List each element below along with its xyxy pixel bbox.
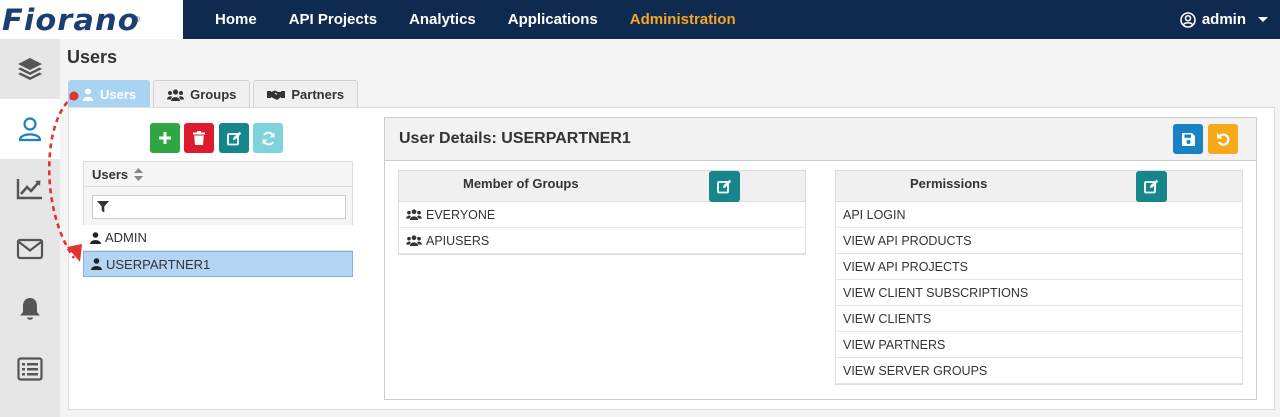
sidebar-item-layers[interactable] bbox=[0, 39, 60, 99]
user-icon bbox=[82, 88, 94, 101]
user-name: admin bbox=[1201, 11, 1246, 28]
permission-row[interactable]: VIEW API PROJECTS bbox=[836, 254, 1242, 280]
main-nav: Home API Projects Analytics Applications… bbox=[183, 0, 736, 39]
permission-row[interactable]: VIEW API PRODUCTS bbox=[836, 228, 1242, 254]
user-name: ADMIN bbox=[105, 230, 147, 245]
tab-label: Groups bbox=[190, 87, 237, 102]
user-icon bbox=[91, 258, 102, 270]
refresh-button[interactable] bbox=[253, 123, 283, 153]
groups-table-header: Member of Groups bbox=[399, 171, 805, 202]
user-details-panel: User Details: USERPARTNER1 Member of Gro… bbox=[384, 117, 1257, 400]
chevron-down-icon bbox=[1258, 17, 1268, 22]
undo-icon bbox=[1217, 133, 1230, 146]
delete-user-button[interactable] bbox=[184, 123, 214, 153]
details-header: User Details: USERPARTNER1 bbox=[385, 118, 1256, 161]
save-icon bbox=[1181, 132, 1195, 146]
save-button[interactable] bbox=[1173, 124, 1203, 154]
users-filter-input[interactable] bbox=[92, 195, 346, 219]
sidebar-item-notifications[interactable] bbox=[0, 279, 60, 339]
tab-bar: Users Groups Partners bbox=[68, 80, 359, 108]
tab-label: Users bbox=[100, 87, 137, 102]
filter-icon bbox=[97, 201, 109, 213]
left-sidebar bbox=[0, 39, 60, 417]
user-icon bbox=[90, 231, 101, 244]
permission-row[interactable]: VIEW SERVER GROUPS bbox=[836, 358, 1242, 384]
nav-applications[interactable]: Applications bbox=[508, 11, 598, 28]
groups-table: Member of Groups EVERYONE APIUSERS bbox=[398, 170, 806, 255]
handshake-icon bbox=[267, 90, 286, 100]
permission-row[interactable]: API LOGIN bbox=[836, 202, 1242, 228]
edit-icon bbox=[226, 131, 241, 145]
edit-icon bbox=[1144, 179, 1159, 194]
user-menu[interactable]: admin bbox=[1180, 0, 1268, 39]
nav-analytics[interactable]: Analytics bbox=[409, 11, 476, 28]
tab-users[interactable]: Users bbox=[68, 80, 151, 108]
permission-row[interactable]: VIEW CLIENT SUBSCRIPTIONS bbox=[836, 280, 1242, 306]
permissions-table-header: Permissions bbox=[836, 171, 1242, 202]
add-user-button[interactable] bbox=[150, 123, 180, 153]
nav-home[interactable]: Home bbox=[215, 11, 257, 28]
tab-partners[interactable]: Partners bbox=[253, 80, 359, 108]
permissions-header-label: Permissions bbox=[910, 176, 988, 191]
edit-permissions-button[interactable] bbox=[1136, 171, 1167, 202]
users-icon bbox=[167, 88, 185, 101]
details-title: User Details: USERPARTNER1 bbox=[399, 130, 631, 147]
permission-row[interactable]: VIEW CLIENTS bbox=[836, 306, 1242, 332]
user-icon bbox=[18, 117, 42, 142]
sidebar-item-users[interactable] bbox=[0, 99, 60, 159]
edit-groups-button[interactable] bbox=[709, 171, 740, 202]
edit-user-button[interactable] bbox=[219, 123, 249, 153]
nav-api-projects[interactable]: API Projects bbox=[289, 11, 377, 28]
users-icon bbox=[406, 235, 422, 246]
user-row-admin[interactable]: ADMIN bbox=[83, 225, 353, 251]
trash-icon bbox=[193, 131, 205, 145]
plus-icon bbox=[159, 132, 171, 144]
user-circle-icon bbox=[1180, 11, 1196, 28]
sidebar-item-logs[interactable] bbox=[0, 339, 60, 399]
sidebar-item-analytics[interactable] bbox=[0, 159, 60, 219]
groups-header-label: Member of Groups bbox=[463, 176, 579, 191]
group-row-apiusers[interactable]: APIUSERS bbox=[399, 228, 805, 254]
tab-label: Partners bbox=[291, 87, 345, 102]
users-icon bbox=[406, 209, 422, 220]
undo-button[interactable] bbox=[1208, 124, 1238, 154]
users-column-header[interactable]: Users bbox=[83, 161, 353, 187]
sidebar-item-messages[interactable] bbox=[0, 219, 60, 279]
permissions-table: Permissions API LOGIN VIEW API PRODUCTS … bbox=[835, 170, 1243, 385]
bell-icon bbox=[20, 298, 40, 320]
refresh-icon bbox=[262, 131, 274, 145]
permission-row[interactable]: VIEW PARTNERS bbox=[836, 332, 1242, 358]
nav-administration[interactable]: Administration bbox=[630, 11, 736, 28]
group-row-everyone[interactable]: EVERYONE bbox=[399, 202, 805, 228]
user-name: USERPARTNER1 bbox=[106, 256, 211, 272]
top-navbar: Fiorano ® Home API Projects Analytics App… bbox=[0, 0, 1280, 39]
logo-text: Fiorano bbox=[2, 2, 140, 37]
tab-groups[interactable]: Groups bbox=[153, 80, 251, 108]
users-list-panel: Users ADMIN USERPARTNER1 bbox=[83, 161, 353, 277]
edit-icon bbox=[717, 179, 732, 194]
user-row-userpartner1[interactable]: USERPARTNER1 bbox=[83, 251, 353, 277]
list-icon bbox=[17, 357, 43, 381]
mail-icon bbox=[16, 238, 44, 260]
filter-row bbox=[83, 187, 353, 225]
fiorano-logo[interactable]: Fiorano ® bbox=[0, 0, 183, 39]
analytics-icon bbox=[16, 179, 42, 200]
page-title: Users bbox=[67, 47, 118, 67]
group-name: EVERYONE bbox=[426, 207, 496, 222]
sort-icon bbox=[134, 167, 144, 181]
layers-icon bbox=[18, 58, 42, 80]
group-name: APIUSERS bbox=[426, 233, 490, 248]
users-header-label: Users bbox=[92, 166, 129, 182]
